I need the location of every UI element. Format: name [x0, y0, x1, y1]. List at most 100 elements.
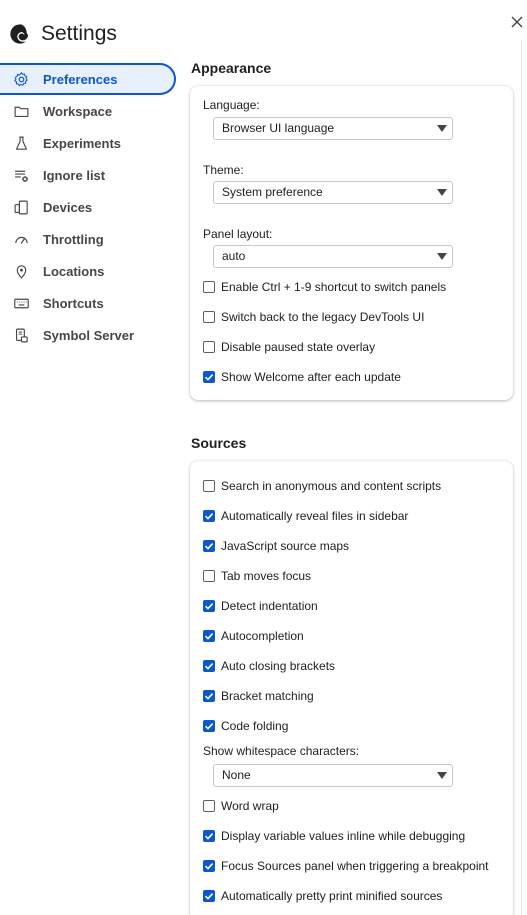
- sidebar-item-label: Ignore list: [43, 167, 106, 183]
- whitespace-label: Show whitespace characters:: [203, 744, 360, 758]
- sidebar-item-throttling[interactable]: Throttling: [0, 223, 176, 255]
- checkbox-label: Detect indentation: [221, 599, 318, 613]
- checkbox-row[interactable]: Display variable values inline while deb…: [203, 828, 465, 844]
- checkbox-row[interactable]: Enable Ctrl + 1-9 shortcut to switch pan…: [203, 279, 446, 295]
- checkbox-label: Auto closing brackets: [221, 659, 336, 673]
- checkbox-row[interactable]: Automatically reveal files in sidebar: [203, 508, 408, 524]
- sidebar-item-label: Locations: [43, 263, 105, 279]
- ignore-list-icon: [12, 166, 30, 184]
- checkbox-label: Bracket matching: [221, 689, 314, 703]
- checkbox-label: JavaScript source maps: [221, 539, 350, 553]
- checkbox[interactable]: [203, 660, 215, 672]
- sidebar-item-label: Symbol Server: [43, 327, 135, 343]
- checkbox-row[interactable]: Automatically pretty print minified sour…: [203, 888, 442, 904]
- checkbox[interactable]: [203, 630, 215, 642]
- close-icon[interactable]: [509, 14, 525, 30]
- sidebar-item-label: Preferences: [43, 71, 118, 87]
- checkbox-row[interactable]: Search in anonymous and content scripts: [203, 478, 441, 494]
- checkbox-row[interactable]: Autocompletion: [203, 628, 304, 644]
- sidebar-item-label: Shortcuts: [43, 295, 104, 311]
- checkbox[interactable]: [203, 480, 215, 492]
- sidebar-item-label: Experiments: [43, 135, 122, 151]
- checkbox-row[interactable]: JavaScript source maps: [203, 538, 349, 554]
- section-title-sources: Sources: [191, 435, 247, 451]
- checkbox-label: Show Welcome after each update: [221, 370, 401, 384]
- dropdown-arrow-icon: [437, 772, 447, 779]
- theme-select-value: System preference: [222, 185, 323, 199]
- scrollbar-track[interactable]: [521, 40, 522, 915]
- whitespace-select-value: None: [222, 768, 251, 782]
- sidebar-item-experiments[interactable]: Experiments: [0, 127, 176, 159]
- checkbox-label: Word wrap: [221, 799, 279, 813]
- gear-icon: [12, 70, 30, 88]
- language-select-value: Browser UI language: [222, 121, 335, 135]
- sidebar-item-preferences[interactable]: Preferences: [0, 63, 176, 95]
- language-select[interactable]: Browser UI language: [213, 117, 453, 140]
- page-title: Settings: [41, 22, 117, 45]
- checkbox-row[interactable]: Word wrap: [203, 798, 279, 814]
- sidebar-item-label: Devices: [43, 199, 93, 215]
- checkbox-label: Tab moves focus: [221, 569, 312, 583]
- checkbox-label: Disable paused state overlay: [221, 340, 376, 354]
- checkbox-label: Autocompletion: [221, 629, 304, 643]
- keyboard-icon: [12, 294, 30, 312]
- checkbox[interactable]: [203, 860, 215, 872]
- checkbox-row[interactable]: Auto closing brackets: [203, 658, 335, 674]
- section-title-appearance: Appearance: [191, 60, 272, 76]
- sidebar-item-label: Throttling: [43, 231, 104, 247]
- whitespace-select[interactable]: None: [213, 764, 453, 787]
- checkbox[interactable]: [203, 540, 215, 552]
- language-label: Language:: [203, 98, 260, 112]
- sidebar-item-label: Workspace: [43, 103, 113, 119]
- dropdown-arrow-icon: [437, 189, 447, 196]
- dropdown-arrow-icon: [437, 253, 447, 260]
- checkbox-row[interactable]: Disable paused state overlay: [203, 339, 375, 355]
- devices-icon: [12, 198, 30, 216]
- theme-select[interactable]: System preference: [213, 181, 453, 204]
- checkbox[interactable]: [203, 570, 215, 582]
- checkbox-label: Focus Sources panel when triggering a br…: [221, 859, 489, 873]
- checkbox-label: Automatically pretty print minified sour…: [221, 889, 443, 903]
- panel-layout-select-value: auto: [222, 249, 246, 263]
- sidebar: Preferences Workspace Experiments Ignore…: [0, 63, 176, 351]
- theme-label: Theme:: [203, 163, 244, 177]
- checkbox-row[interactable]: Bracket matching: [203, 688, 314, 704]
- checkbox-row[interactable]: Switch back to the legacy DevTools UI: [203, 309, 424, 325]
- flask-icon: [12, 134, 30, 152]
- location-pin-icon: [12, 262, 30, 280]
- checkbox[interactable]: [203, 510, 215, 522]
- sidebar-item-workspace[interactable]: Workspace: [0, 95, 176, 127]
- checkbox[interactable]: [203, 281, 215, 293]
- checkbox[interactable]: [203, 720, 215, 732]
- checkbox[interactable]: [203, 600, 215, 612]
- sidebar-item-locations[interactable]: Locations: [0, 255, 176, 287]
- checkbox-label: Switch back to the legacy DevTools UI: [221, 310, 425, 324]
- edge-logo-icon: [10, 24, 29, 44]
- checkbox[interactable]: [203, 690, 215, 702]
- checkbox-label: Code folding: [221, 719, 289, 733]
- checkbox-row[interactable]: Tab moves focus: [203, 568, 311, 584]
- checkbox[interactable]: [203, 890, 215, 902]
- checkbox-row[interactable]: Show Welcome after each update: [203, 369, 401, 385]
- checkbox-label: Enable Ctrl + 1-9 shortcut to switch pan…: [221, 280, 447, 294]
- sources-card: Search in anonymous and content scripts …: [190, 461, 513, 915]
- checkbox[interactable]: [203, 800, 215, 812]
- speedometer-icon: [12, 230, 30, 248]
- sidebar-item-devices[interactable]: Devices: [0, 191, 176, 223]
- checkbox-row[interactable]: Code folding: [203, 718, 288, 734]
- checkbox-row[interactable]: Detect indentation: [203, 598, 318, 614]
- checkbox[interactable]: [203, 371, 215, 383]
- dropdown-arrow-icon: [437, 125, 447, 132]
- sidebar-item-symbol-server[interactable]: Symbol Server: [0, 319, 176, 351]
- panel-layout-select[interactable]: auto: [213, 245, 453, 268]
- appearance-card: Language: Browser UI language Theme: Sys…: [190, 86, 513, 400]
- checkbox-label: Display variable values inline while deb…: [221, 829, 466, 843]
- checkbox[interactable]: [203, 311, 215, 323]
- sidebar-item-ignore-list[interactable]: Ignore list: [0, 159, 176, 191]
- sidebar-item-shortcuts[interactable]: Shortcuts: [0, 287, 176, 319]
- checkbox-row[interactable]: Focus Sources panel when triggering a br…: [203, 858, 489, 874]
- checkbox[interactable]: [203, 830, 215, 842]
- symbol-server-icon: [12, 326, 30, 344]
- folder-icon: [12, 102, 30, 120]
- checkbox[interactable]: [203, 341, 215, 353]
